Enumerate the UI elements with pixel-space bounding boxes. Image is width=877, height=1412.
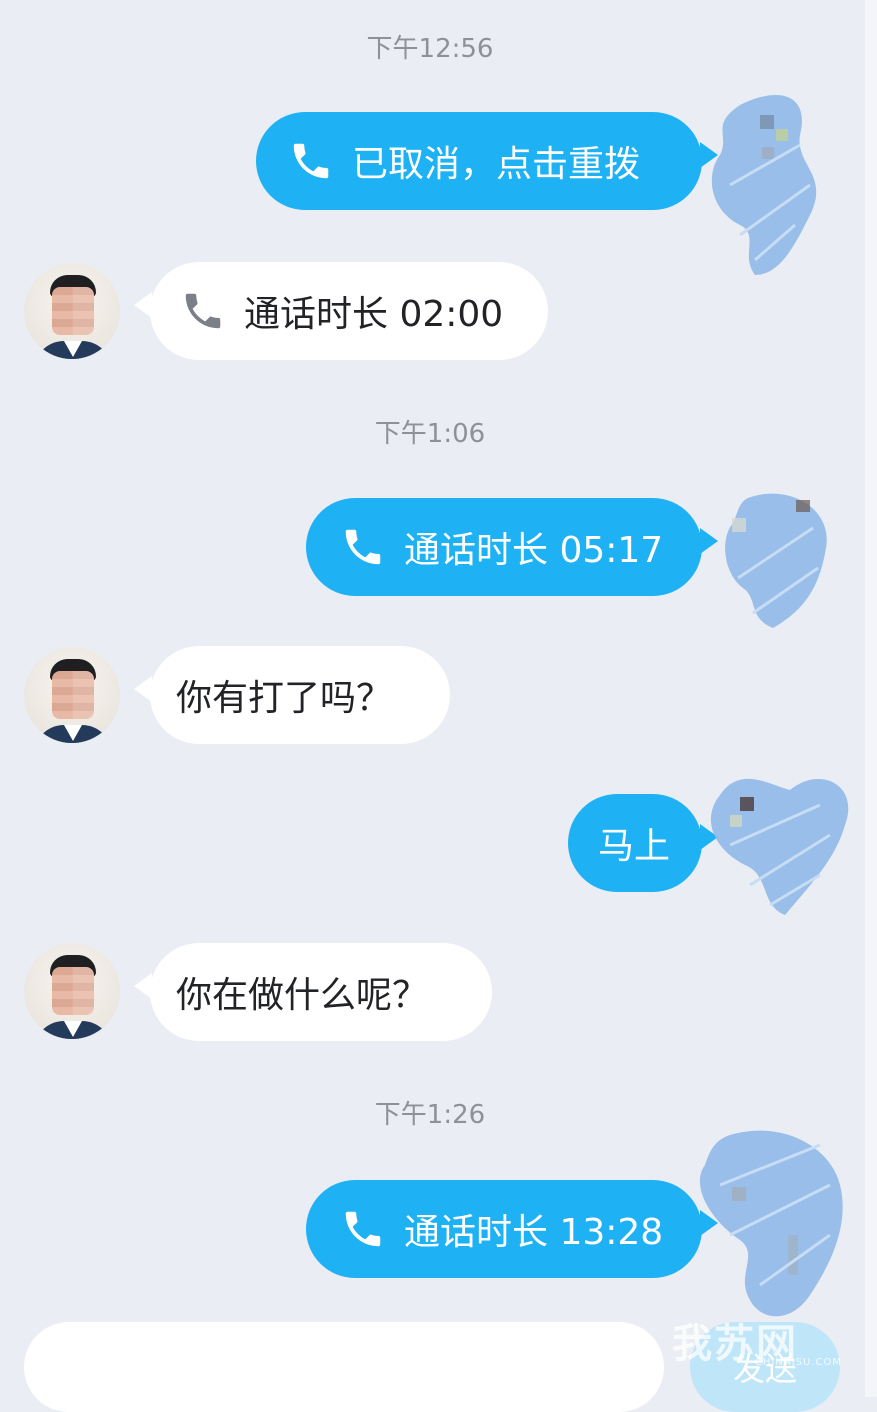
incoming-text-bubble[interactable]: 你在做什么呢？ — [134, 943, 492, 1041]
contact-avatar[interactable] — [24, 263, 120, 359]
watermark-subtext: CHINAJSU.COM — [754, 1357, 842, 1368]
own-avatar-redacted — [700, 765, 860, 925]
own-avatar-redacted — [718, 488, 838, 638]
phone-icon — [340, 524, 386, 570]
bubble-tail — [700, 528, 718, 554]
incoming-call-bubble[interactable]: 通话时长 02:00 — [134, 262, 548, 360]
phone-icon — [288, 138, 334, 184]
outgoing-call-bubble[interactable]: 通话时长 05:17 — [306, 498, 718, 596]
outgoing-call-cancelled-bubble[interactable]: 已取消，点击重拨 — [256, 112, 718, 210]
incoming-text-bubble[interactable]: 你有打了吗？ — [134, 646, 450, 744]
bubble-tail — [134, 973, 152, 999]
message-input[interactable] — [24, 1322, 664, 1412]
watermark-logo: 我苏网 CHINAJSU.COM — [600, 1290, 870, 1390]
message-text: 通话时长 13:28 — [404, 1212, 664, 1253]
own-avatar-redacted — [700, 85, 840, 285]
message-text: 通话时长 05:17 — [404, 530, 664, 571]
outgoing-text-bubble[interactable]: 马上 — [568, 794, 718, 892]
timestamp: 下午1:06 — [374, 419, 486, 449]
timestamp: 下午12:56 — [366, 34, 494, 64]
message-text: 已取消，点击重拨 — [352, 144, 641, 185]
phone-icon — [180, 288, 226, 334]
message-text: 你有打了吗？ — [176, 678, 393, 719]
bubble-tail — [134, 292, 152, 318]
phone-icon — [340, 1206, 386, 1252]
message-text: 你在做什么呢？ — [176, 975, 429, 1016]
outgoing-call-bubble[interactable]: 通话时长 13:28 — [306, 1180, 718, 1278]
message-text: 马上 — [598, 826, 671, 867]
contact-avatar[interactable] — [24, 647, 120, 743]
message-text: 通话时长 02:00 — [244, 294, 504, 335]
contact-avatar[interactable] — [24, 943, 120, 1039]
bubble-tail — [134, 676, 152, 702]
screen-edge — [865, 0, 877, 1397]
